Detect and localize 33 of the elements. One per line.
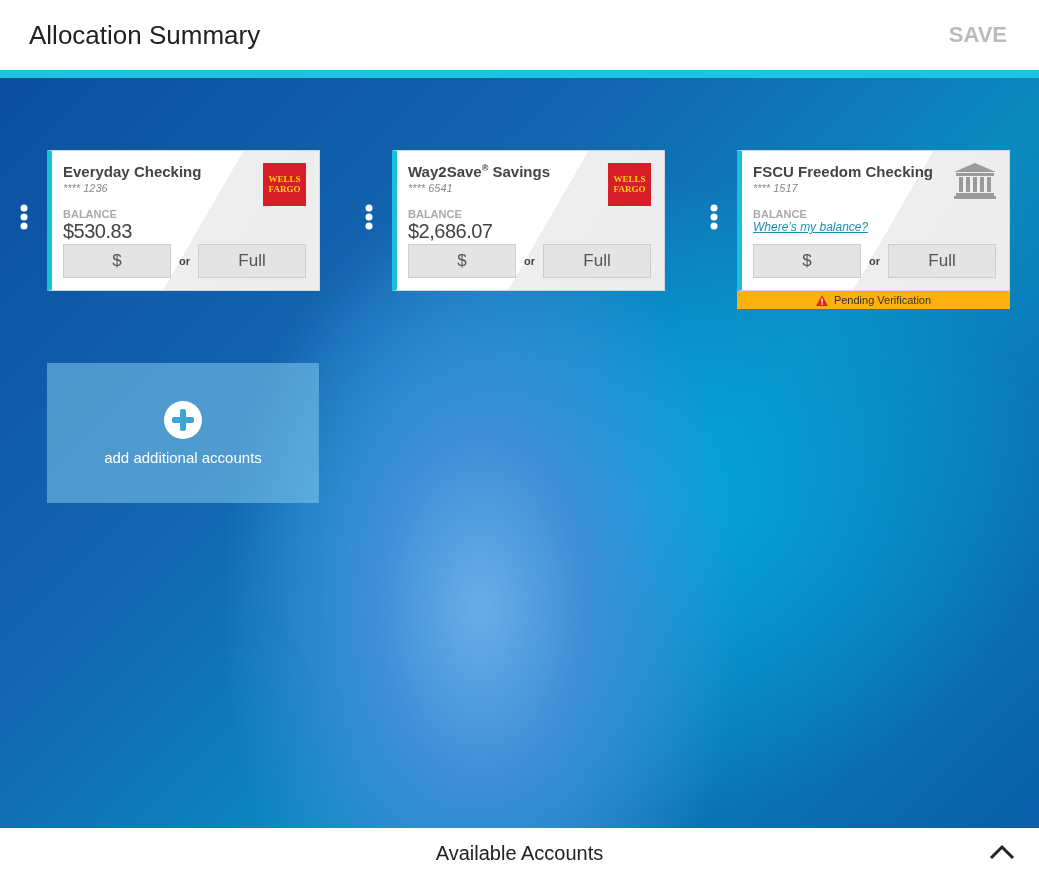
add-accounts-tile[interactable]: add additional accounts [47,363,319,503]
page-title: Allocation Summary [29,19,261,51]
bank-icon [954,163,996,199]
balance-link[interactable]: Where’s my balance? [753,220,869,242]
drag-handle-icon[interactable] [365,204,373,230]
full-button[interactable]: Full [888,244,996,278]
bank-logo: WELLS FARGO [263,163,306,206]
balance-label: BALANCE [753,208,808,220]
warning-icon [815,294,828,306]
drag-handle-icon[interactable] [710,204,718,230]
plus-icon [164,400,202,439]
amount-button[interactable]: $ [408,244,516,278]
full-button[interactable]: Full [543,244,651,278]
bank-logo: WELLS FARGO [608,163,651,206]
or-label: or [868,255,881,267]
balance-amount: $2,686.07 [408,220,494,242]
account-name: FSCU Freedom Checking [753,163,934,180]
balance-label: BALANCE [408,208,463,220]
amount-button[interactable]: $ [63,244,171,278]
account-name: Way2Save$^{®}$ Savings [408,163,550,180]
balance-amount: $530.83 [63,220,133,242]
status-text: Pending Verification [833,294,932,306]
account-name: Everyday Checking [63,163,202,180]
balance-label: BALANCE [63,208,118,220]
full-button[interactable]: Full [198,244,306,278]
drag-handle-icon[interactable] [20,204,28,230]
or-label: or [523,255,536,267]
account-number: **** 6541 [408,182,454,194]
account-number: **** 1236 [63,182,109,194]
footer-title: Available Accounts [435,842,604,865]
amount-button[interactable]: $ [753,244,861,278]
or-label: or [178,255,191,267]
account-number: **** 1517 [753,182,799,194]
